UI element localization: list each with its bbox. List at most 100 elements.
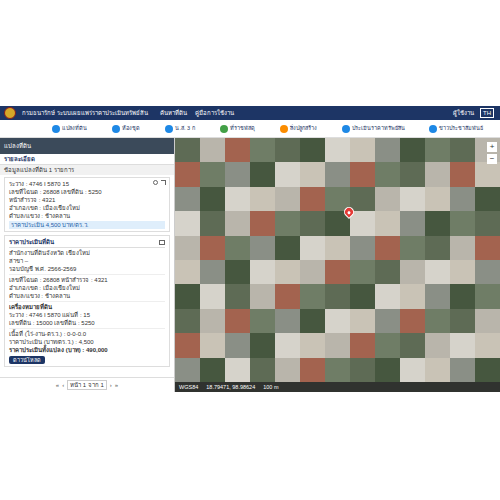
price-highlight: ราคาประเมิน 4,500 บาท/ตร.ว. xyxy=(9,221,165,229)
status-text: WGS84 xyxy=(179,384,198,391)
map-tile xyxy=(400,236,425,260)
download-button[interactable]: ดาวน์โหลด xyxy=(9,356,45,364)
map-tile xyxy=(350,211,375,235)
toolbar-item[interactable]: ข่าวประชาสัมพันธ์ xyxy=(429,125,483,133)
map-tile xyxy=(450,333,475,357)
pagination: «‹หน้า 1 จาก 1›» xyxy=(0,377,174,392)
map-tile xyxy=(325,358,350,382)
locate-icon[interactable] xyxy=(153,180,158,185)
map-tile xyxy=(175,138,200,162)
detail-line: สาขา – xyxy=(9,257,165,265)
pin-dot xyxy=(347,209,351,213)
map-tile xyxy=(375,138,400,162)
panel-heading-text: รายละเอียด xyxy=(4,155,35,163)
map-tile xyxy=(175,358,200,382)
first-page-button[interactable]: « xyxy=(56,381,59,389)
zoom-button[interactable]: + xyxy=(487,142,497,152)
map-tile xyxy=(400,138,425,162)
map-tile xyxy=(375,260,400,284)
map-tile xyxy=(350,358,375,382)
parcel-card[interactable]: ระวาง : 4746 I 5870 15เลขที่โฉนด : 26808… xyxy=(4,177,170,232)
map[interactable]: WGS8418.79471, 98.98624100 m+− xyxy=(175,138,500,392)
last-page-button[interactable]: » xyxy=(115,381,118,389)
share-icon[interactable] xyxy=(161,180,166,185)
map-tile xyxy=(175,211,200,235)
map-tile xyxy=(450,260,475,284)
toolbar-item-icon xyxy=(52,125,60,133)
map-tile xyxy=(275,284,300,308)
map-tile xyxy=(175,187,200,211)
map-tile xyxy=(225,333,250,357)
map-tile xyxy=(375,333,400,357)
result-block: เนื้อที่ (ไร่-งาน-ตร.ว.) : 0-0-0.0ราคาปร… xyxy=(9,329,165,355)
map-tile xyxy=(175,162,200,186)
map-tile xyxy=(325,284,350,308)
map-tile xyxy=(425,138,450,162)
user-menu[interactable]: ผู้ใช้งาน xyxy=(453,109,474,117)
map-tile xyxy=(450,284,475,308)
map-tile xyxy=(250,358,275,382)
detail-line: สำนักงานที่ดินจังหวัด เชียงใหม่ xyxy=(9,249,165,257)
map-tile xyxy=(325,333,350,357)
map-status-bar: WGS8418.79471, 98.98624100 m xyxy=(175,382,500,392)
map-tile xyxy=(175,260,200,284)
header-link[interactable]: ค้นหาที่ดิน xyxy=(160,109,187,117)
detail-line: ระวาง : 4746 I 5870 15 xyxy=(9,180,165,188)
map-tile xyxy=(300,358,325,382)
map-controls: +− xyxy=(487,142,497,164)
map-tile xyxy=(475,358,500,382)
map-tile xyxy=(275,333,300,357)
map-tile xyxy=(450,162,475,186)
toolbar-item[interactable]: ที่ราชพัสดุ xyxy=(220,125,255,133)
map-tile xyxy=(475,187,500,211)
map-tile xyxy=(375,236,400,260)
toolbar-item[interactable]: ห้องชุด xyxy=(112,125,140,133)
toolbar-item-icon xyxy=(112,125,120,133)
detail-line: ตำบล/แขวง : ช้างคลาน xyxy=(9,292,165,300)
detail-line: ตำบล/แขวง : ช้างคลาน xyxy=(9,212,165,220)
map-tile xyxy=(425,358,450,382)
map-tile xyxy=(450,138,475,162)
toolbar-item[interactable]: สิ่งปลูกสร้าง xyxy=(280,125,317,133)
map-tile xyxy=(475,236,500,260)
map-tile xyxy=(275,162,300,186)
map-tile xyxy=(225,309,250,333)
map-tile xyxy=(350,260,375,284)
map-tile xyxy=(250,284,275,308)
toolbar-item[interactable]: น.ส. 3 ก xyxy=(165,125,194,133)
next-page-button[interactable]: › xyxy=(110,381,112,389)
map-tile xyxy=(250,309,275,333)
map-tile xyxy=(200,211,225,235)
toolbar-item[interactable]: ประเมินราคาทรัพย์สิน xyxy=(342,125,405,133)
office-block: สำนักงานที่ดินจังหวัด เชียงใหม่สาขา –รอบ… xyxy=(9,248,165,275)
toolbar-item[interactable]: แปลงที่ดิน xyxy=(52,125,87,133)
panel-banner-title: แปลงที่ดิน xyxy=(4,142,31,150)
map-tile xyxy=(250,162,275,186)
map-tile xyxy=(275,138,300,162)
map-tile xyxy=(450,187,475,211)
toolbar-item-label: ที่ราชพัสดุ xyxy=(230,125,255,132)
map-tile xyxy=(400,211,425,235)
map-tile xyxy=(200,187,225,211)
detail-line: อำเภอ/เขต : เมืองเชียงใหม่ xyxy=(9,204,165,212)
header-link[interactable]: คู่มือการใช้งาน xyxy=(195,109,234,117)
prev-page-button[interactable]: ‹ xyxy=(62,381,64,389)
map-tile xyxy=(300,162,325,186)
appraisal-header: ราคาประเมินที่ดิน xyxy=(9,238,165,248)
toolbar-item-label: ข่าวประชาสัมพันธ์ xyxy=(439,125,483,132)
map-tile xyxy=(475,333,500,357)
map-tile xyxy=(425,260,450,284)
map-tile xyxy=(200,138,225,162)
toolbar-item-label: น.ส. 3 ก xyxy=(175,125,194,132)
map-tile xyxy=(200,260,225,284)
map-tile xyxy=(225,162,250,186)
map-tile xyxy=(475,309,500,333)
print-icon[interactable] xyxy=(159,240,165,245)
page: กรมธนารักษ์ ระบบเผยแพร่ราคาประเมินทรัพย์… xyxy=(0,0,500,500)
map-tile xyxy=(175,309,200,333)
map-tile xyxy=(250,236,275,260)
map-tile xyxy=(275,236,300,260)
toolbar-item-label: ห้องชุด xyxy=(122,125,140,132)
zoom-button[interactable]: − xyxy=(487,154,497,164)
language-toggle[interactable]: TH xyxy=(480,108,494,118)
